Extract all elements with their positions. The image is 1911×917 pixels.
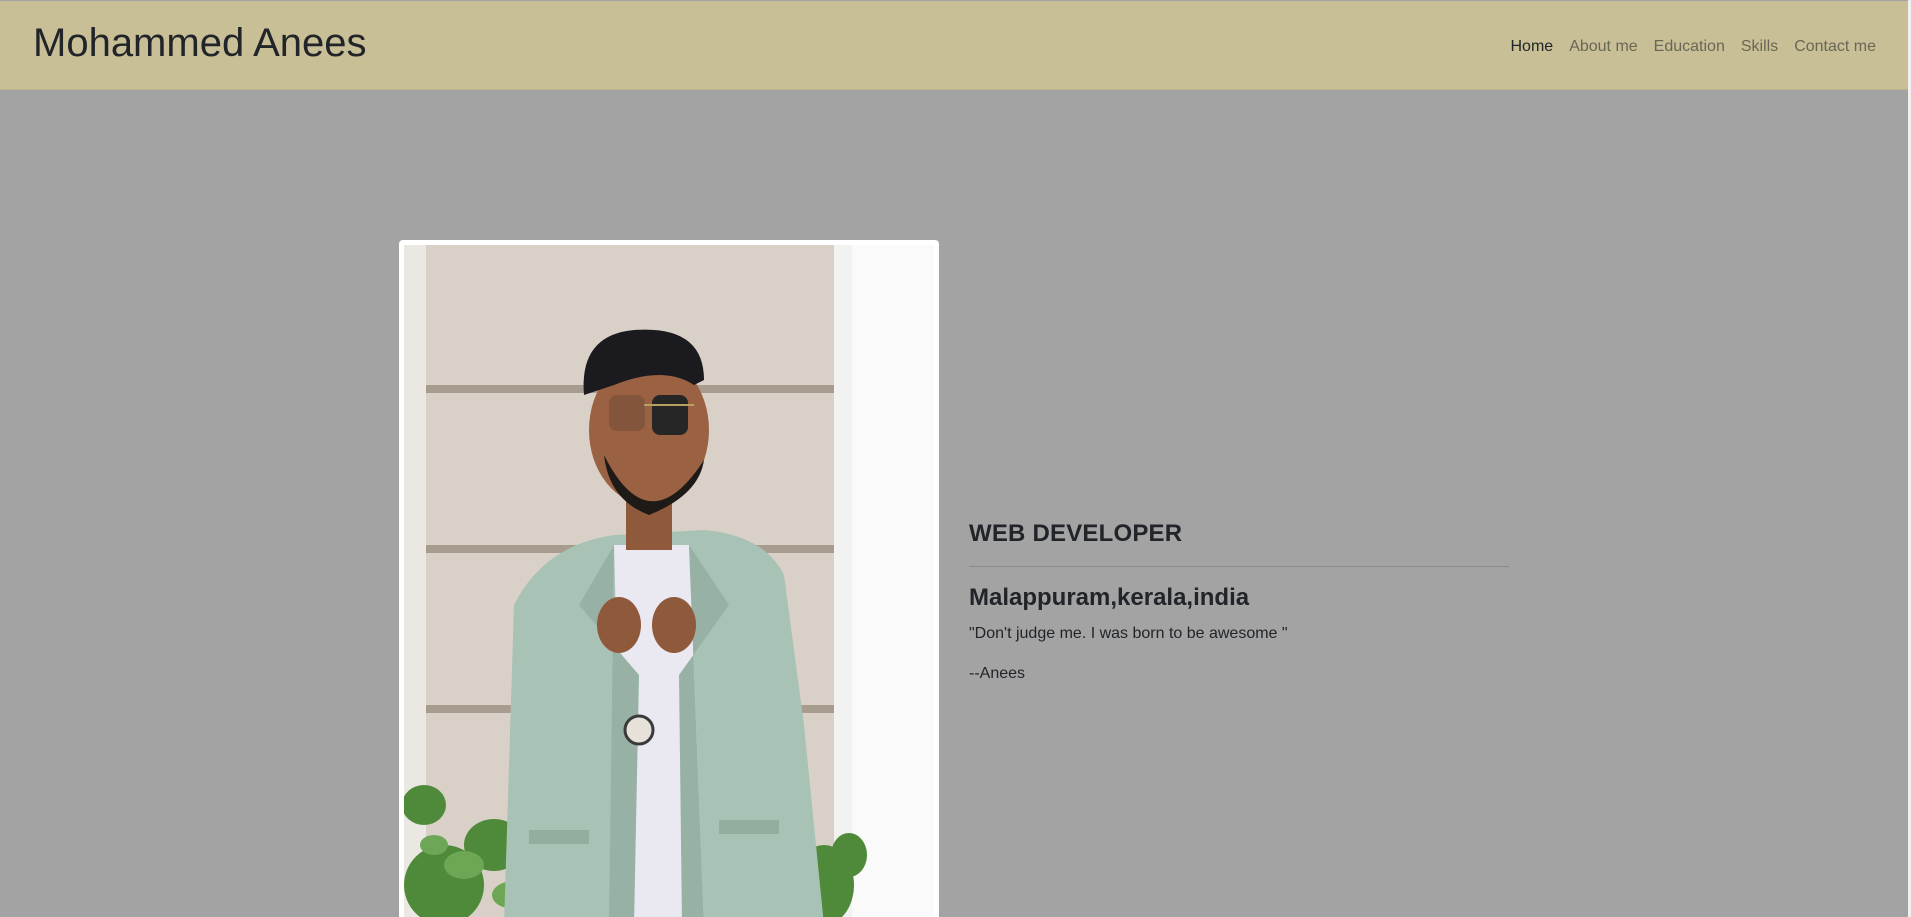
page-background: Mohammed Anees Home About me Education S…	[0, 0, 1908, 917]
hero-text-section: WEB DEVELOPER Malappuram,kerala,india "D…	[969, 519, 1509, 685]
profile-photo	[404, 245, 934, 917]
quote-text: "Don't judge me. I was born to be awesom…	[969, 625, 1288, 642]
nav-link-skills[interactable]: Skills	[1733, 36, 1786, 58]
top-navbar: Mohammed Anees Home About me Education S…	[0, 1, 1908, 90]
nav-link-contact-me[interactable]: Contact me	[1786, 36, 1884, 58]
site-brand[interactable]: Mohammed Anees	[33, 19, 367, 67]
profile-photo-frame	[399, 240, 939, 917]
job-title: WEB DEVELOPER	[969, 520, 1183, 547]
nav-menu: Home About me Education Skills Contact m…	[1503, 36, 1885, 58]
nav-link-education[interactable]: Education	[1646, 36, 1733, 58]
nav-link-home[interactable]: Home	[1503, 36, 1562, 58]
divider	[969, 566, 1509, 567]
nav-link-about-me[interactable]: About me	[1561, 36, 1645, 58]
quote-author: --Anees	[969, 665, 1026, 682]
location-text: Malappuram,kerala,india	[969, 584, 1250, 611]
